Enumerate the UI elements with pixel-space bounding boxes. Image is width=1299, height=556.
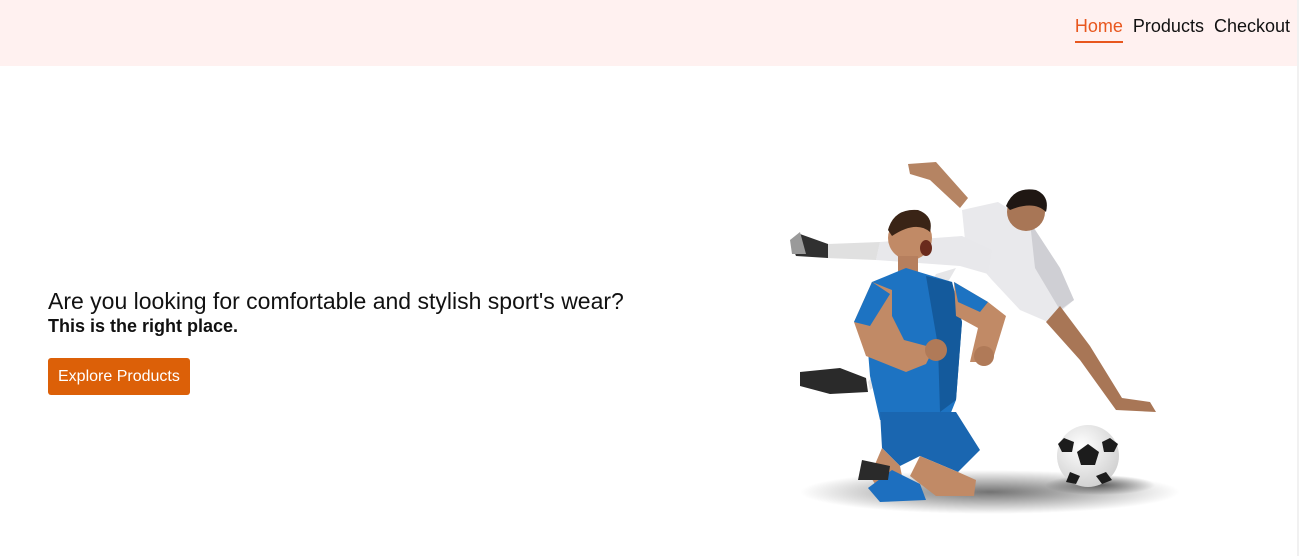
hero-headline: Are you looking for comfortable and styl… [48, 288, 624, 314]
soccer-ball [1057, 425, 1119, 487]
explore-products-button[interactable]: Explore Products [48, 358, 190, 395]
hero-subline: This is the right place. [48, 316, 239, 336]
top-navbar: Home Products Checkout [0, 0, 1297, 66]
hero-text-block: Are you looking for comfortable and styl… [48, 287, 688, 337]
player-white-kit [790, 162, 1156, 412]
main-nav: Home Products Checkout [1074, 16, 1290, 43]
nav-home-link[interactable]: Home [1074, 16, 1123, 43]
soccer-players-image [790, 162, 1180, 514]
nav-checkout-link[interactable]: Checkout [1214, 16, 1290, 43]
page: Home Products Checkout Are you looking f… [0, 0, 1299, 556]
nav-products-link[interactable]: Products [1133, 16, 1204, 43]
